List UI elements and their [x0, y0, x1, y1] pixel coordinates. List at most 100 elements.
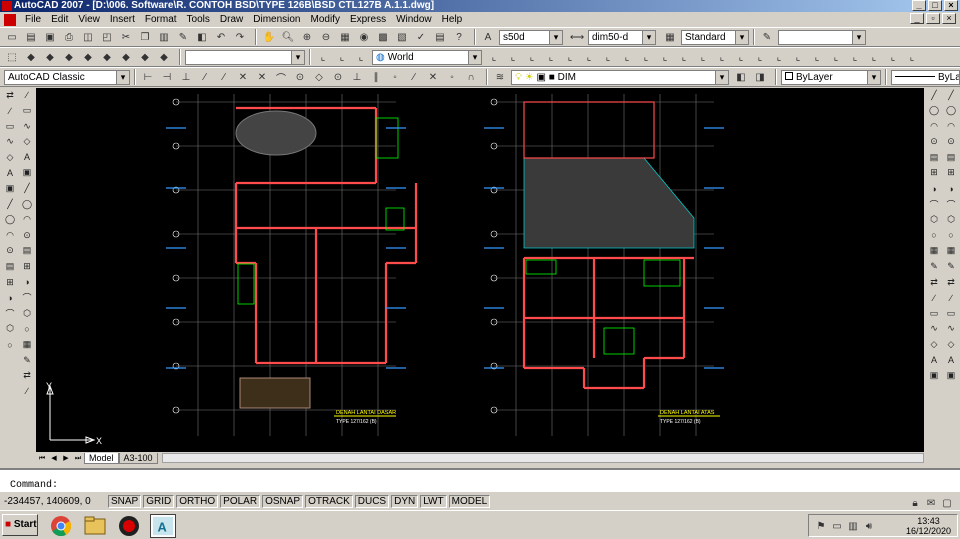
- otrack-toggle[interactable]: OTRACK: [305, 494, 353, 508]
- tool-icon[interactable]: ▭: [3, 119, 17, 133]
- draw-tool-icon[interactable]: ⊙: [20, 228, 34, 242]
- draw-tool-icon[interactable]: ⌒: [20, 291, 34, 305]
- maximize-button[interactable]: □: [928, 0, 942, 11]
- draw-tool-icon[interactable]: ⬡: [20, 306, 34, 320]
- snap-tool-icon[interactable]: ∕: [216, 69, 232, 85]
- draw-tool-icon[interactable]: ○: [20, 322, 34, 336]
- snap-tool-icon[interactable]: ⊢: [140, 69, 156, 85]
- network-icon[interactable]: ▥: [845, 518, 861, 534]
- communication-icon[interactable]: ✉: [923, 495, 939, 511]
- snap-tool-icon[interactable]: ◦: [444, 69, 460, 85]
- volume-icon[interactable]: 🔊︎: [861, 518, 877, 534]
- ucs-icon[interactable]: ⌞: [847, 49, 863, 65]
- ucs-icon[interactable]: ⌞: [562, 49, 578, 65]
- dimension-tool-icon[interactable]: ◠: [927, 119, 941, 133]
- ucs-icon[interactable]: ⌞: [581, 49, 597, 65]
- zoom-previous-icon[interactable]: ⊖: [318, 29, 334, 45]
- grid-toggle[interactable]: GRID: [143, 494, 175, 508]
- pan-icon[interactable]: ✋: [261, 29, 277, 45]
- ucs-icon[interactable]: ⌞: [657, 49, 673, 65]
- menu-draw[interactable]: Draw: [215, 12, 248, 27]
- tool-icon[interactable]: ◯: [3, 213, 17, 227]
- help-icon[interactable]: ?: [451, 29, 467, 45]
- modify-tool-icon[interactable]: ⊙: [944, 135, 958, 149]
- modify-tool-icon[interactable]: ⊞: [944, 166, 958, 180]
- snap-tool-icon[interactable]: ◦: [387, 69, 403, 85]
- modify-tool-icon[interactable]: ○: [944, 228, 958, 242]
- dimension-tool-icon[interactable]: ▦: [927, 244, 941, 258]
- dimension-tool-icon[interactable]: ╱: [927, 88, 941, 102]
- ucs-icon[interactable]: ⌞: [771, 49, 787, 65]
- clean-screen-icon[interactable]: ▢: [939, 495, 955, 511]
- ducs-toggle[interactable]: DUCS: [354, 494, 390, 508]
- flag-icon[interactable]: ⚑: [813, 518, 829, 534]
- blank-select[interactable]: [778, 29, 866, 45]
- snap-tool-icon[interactable]: ✕: [254, 69, 270, 85]
- text-style-select[interactable]: s50d: [499, 29, 563, 45]
- cube-icon[interactable]: ◆: [80, 49, 96, 65]
- ucs-icon[interactable]: ⌞: [790, 49, 806, 65]
- close-button[interactable]: ×: [944, 0, 958, 11]
- tool-icon[interactable]: ⇄: [3, 88, 17, 102]
- ucs-icon[interactable]: ⌞: [334, 49, 350, 65]
- lock-icon[interactable]: 🔒︎: [907, 495, 923, 511]
- ucs-icon[interactable]: ⌞: [733, 49, 749, 65]
- snap-toggle[interactable]: SNAP: [108, 494, 142, 508]
- undo-icon[interactable]: ↶: [213, 29, 229, 45]
- menu-modify[interactable]: Modify: [306, 12, 345, 27]
- dimension-tool-icon[interactable]: ○: [927, 228, 941, 242]
- cube-icon[interactable]: ◆: [99, 49, 115, 65]
- draw-tool-icon[interactable]: ▭: [20, 104, 34, 118]
- horizontal-scrollbar[interactable]: [161, 453, 924, 463]
- ucs-icon[interactable]: ⌞: [505, 49, 521, 65]
- ucs-icon[interactable]: ⌞: [600, 49, 616, 65]
- chrome-icon[interactable]: [48, 514, 74, 538]
- color-select[interactable]: ByLayer: [781, 69, 881, 85]
- ucs-icon[interactable]: ⌞: [828, 49, 844, 65]
- dim-style-icon[interactable]: ⟷: [569, 29, 585, 45]
- design-center-icon[interactable]: ◉: [356, 29, 372, 45]
- modify-tool-icon[interactable]: ∿: [944, 322, 958, 336]
- publish-icon[interactable]: ◰: [99, 29, 115, 45]
- ucs-icon[interactable]: ⌞: [676, 49, 692, 65]
- tool-icon[interactable]: ◠: [3, 228, 17, 242]
- workspace-select[interactable]: AutoCAD Classic: [4, 69, 130, 85]
- dim-style-select[interactable]: dim50-d: [588, 29, 656, 45]
- tool-icon[interactable]: ○: [3, 338, 17, 352]
- calculator-icon[interactable]: ▤: [432, 29, 448, 45]
- tool-icon[interactable]: ⊞: [3, 275, 17, 289]
- match-properties-icon[interactable]: ✎: [175, 29, 191, 45]
- cube-icon[interactable]: ◆: [42, 49, 58, 65]
- ortho-toggle[interactable]: ORTHO: [176, 494, 219, 508]
- dimension-tool-icon[interactable]: ∿: [927, 322, 941, 336]
- ucs-icon[interactable]: ⌞: [638, 49, 654, 65]
- command-window[interactable]: Command:: [0, 468, 960, 492]
- draw-tool-icon[interactable]: ◑: [20, 275, 34, 289]
- snap-tool-icon[interactable]: ⊥: [349, 69, 365, 85]
- clock[interactable]: 13:43 16/12/2020: [906, 516, 951, 536]
- open-icon[interactable]: ▤: [23, 29, 39, 45]
- drawing-canvas[interactable]: DENAH LANTAI DASAR TYPE 127/162 (B) DENA…: [36, 88, 924, 452]
- copy-icon[interactable]: ❐: [137, 29, 153, 45]
- cube-icon[interactable]: ◆: [156, 49, 172, 65]
- linetype-select[interactable]: ByLayer: [891, 69, 960, 85]
- dimension-tool-icon[interactable]: ◯: [927, 104, 941, 118]
- make-current-icon[interactable]: ◧: [733, 69, 749, 85]
- model-toggle[interactable]: MODEL: [448, 494, 491, 508]
- tab-a3-100[interactable]: A3-100: [118, 452, 158, 464]
- ucs-icon[interactable]: ⌞: [904, 49, 920, 65]
- layer-previous-icon[interactable]: ◨: [752, 69, 768, 85]
- tool-icon[interactable]: ∿: [3, 135, 17, 149]
- dimension-tool-icon[interactable]: A: [927, 353, 941, 367]
- ucs-icon[interactable]: ⌞: [714, 49, 730, 65]
- dimension-tool-icon[interactable]: ◇: [927, 338, 941, 352]
- modify-tool-icon[interactable]: ▭: [944, 306, 958, 320]
- menu-tools[interactable]: Tools: [182, 12, 215, 27]
- view-select[interactable]: [185, 49, 305, 65]
- menu-format[interactable]: Format: [140, 12, 182, 27]
- dimension-tool-icon[interactable]: ∕: [927, 291, 941, 305]
- modify-tool-icon[interactable]: ⌒: [944, 197, 958, 211]
- dimension-tool-icon[interactable]: ⬡: [927, 213, 941, 227]
- prev-tab-icon[interactable]: ◀: [48, 453, 60, 464]
- cube-icon[interactable]: ◆: [137, 49, 153, 65]
